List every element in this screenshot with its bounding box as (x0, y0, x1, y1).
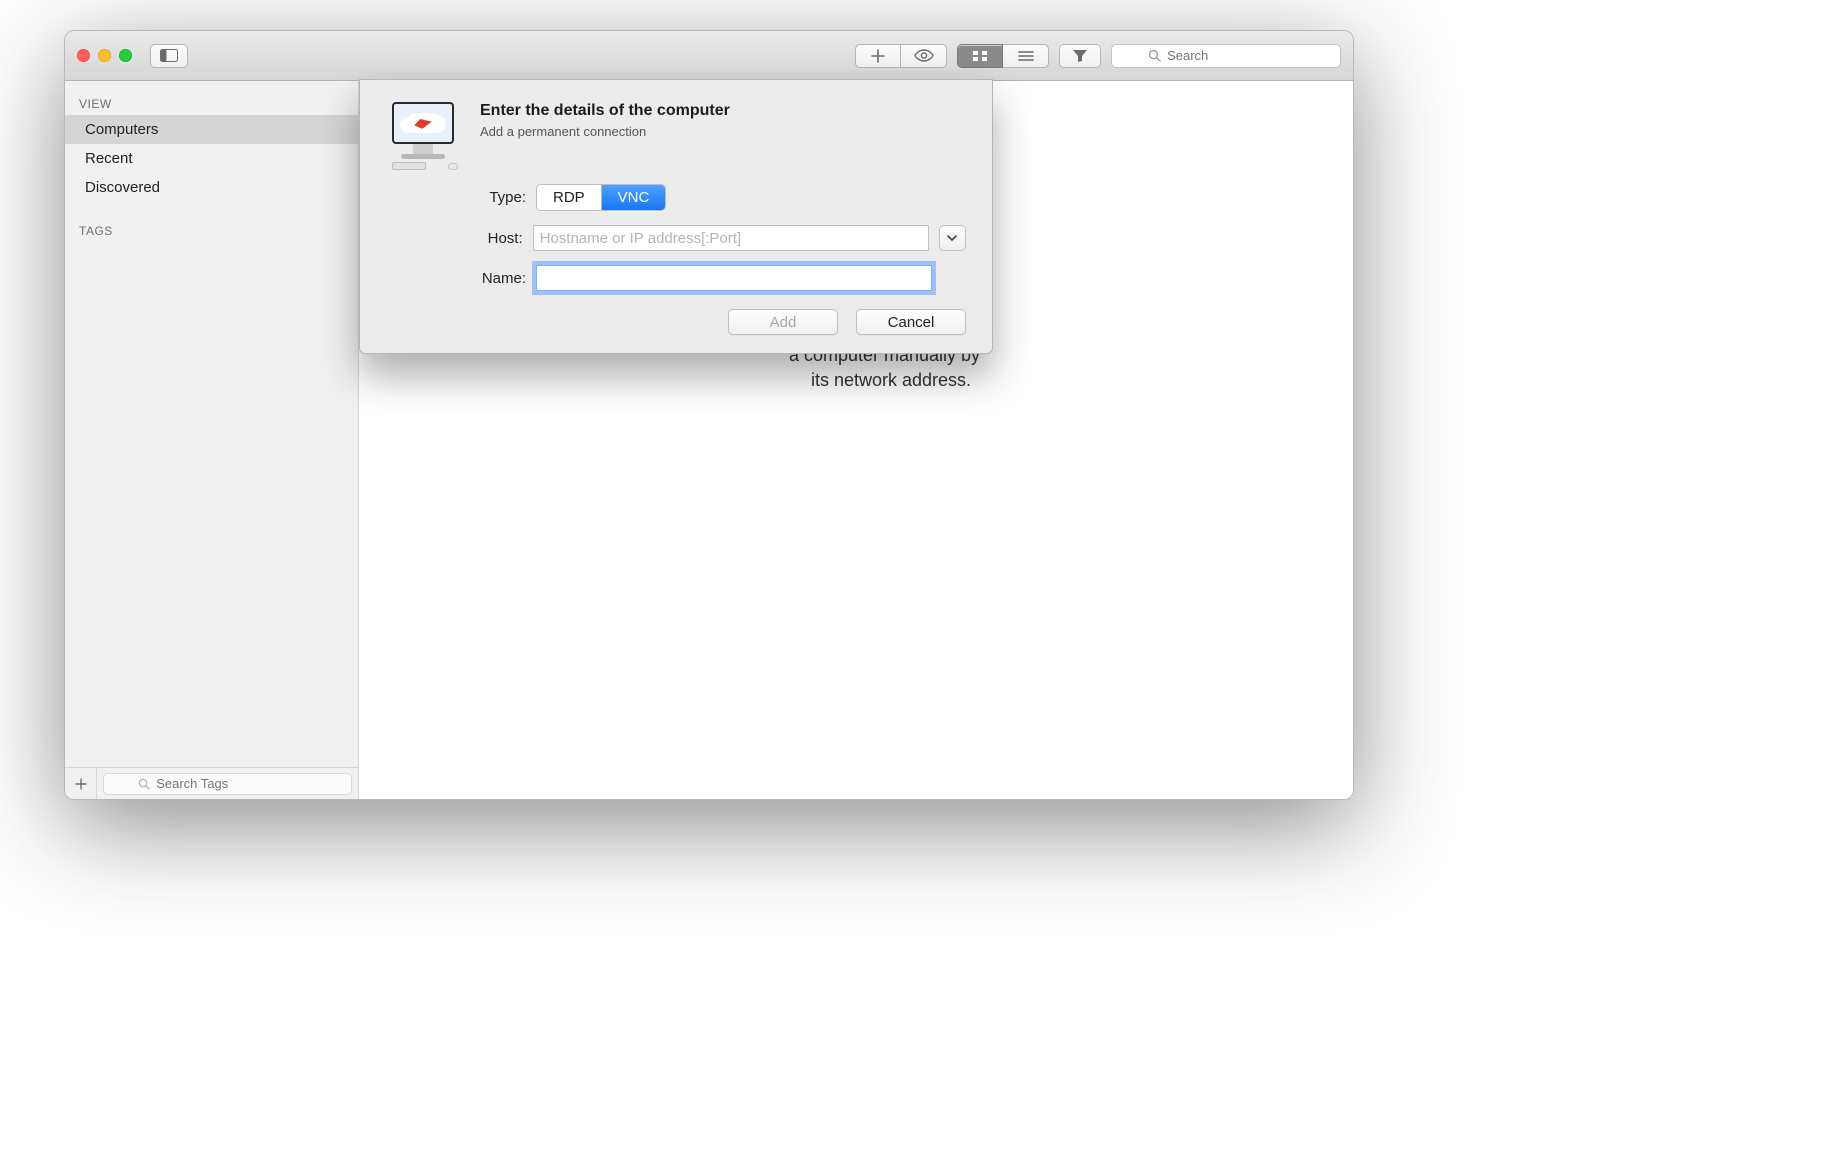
type-label: Type: (386, 189, 526, 206)
zoom-window-button[interactable] (119, 49, 132, 62)
sidebar-icon (160, 49, 178, 62)
monitor-icon (392, 102, 454, 144)
filter-button[interactable] (1059, 44, 1101, 68)
close-window-button[interactable] (77, 49, 90, 62)
search-icon (138, 778, 150, 790)
plus-icon (871, 49, 885, 63)
search-icon (1148, 49, 1161, 62)
sidebar-item-computers[interactable]: Computers (65, 115, 358, 144)
app-icon (386, 102, 460, 166)
sidebar-item-discovered[interactable]: Discovered (65, 173, 358, 202)
add-computer-sheet: Enter the details of the computer Add a … (359, 79, 993, 354)
preview-button[interactable] (901, 44, 947, 68)
type-rdp-button[interactable]: RDP (537, 185, 601, 210)
list-icon (1018, 50, 1034, 62)
sidebar-footer (65, 767, 358, 799)
sidebar-search-tags-input[interactable] (156, 776, 317, 791)
layout-seg (957, 44, 1049, 68)
sheet-title: Enter the details of the computer (480, 102, 730, 120)
eye-icon (914, 49, 934, 62)
grid-icon (972, 50, 988, 62)
sidebar: VIEW Computers Recent Discovered TAGS (65, 81, 359, 799)
host-input[interactable] (533, 225, 929, 251)
sidebar-header-tags: TAGS (65, 216, 358, 242)
funnel-icon (1072, 49, 1088, 63)
name-label: Name: (386, 270, 526, 287)
list-view-button[interactable] (1003, 44, 1049, 68)
chevron-down-icon (947, 235, 957, 241)
add-view-seg (855, 44, 947, 68)
name-input[interactable] (536, 265, 932, 291)
sidebar-header-view: VIEW (65, 89, 358, 115)
host-history-dropdown[interactable] (939, 225, 966, 251)
cancel-button[interactable]: Cancel (856, 309, 966, 335)
add-confirm-button[interactable]: Add (728, 309, 838, 335)
grid-view-button[interactable] (957, 44, 1003, 68)
toolbar-search[interactable] (1111, 44, 1341, 68)
add-button[interactable] (855, 44, 901, 68)
sidebar-search-tags[interactable] (103, 773, 352, 795)
type-segmented-control[interactable]: RDP VNC (536, 184, 666, 211)
titlebar (65, 31, 1353, 81)
host-label: Host: (386, 230, 523, 247)
sheet-subtitle: Add a permanent connection (480, 124, 730, 139)
minimize-window-button[interactable] (98, 49, 111, 62)
sidebar-item-recent[interactable]: Recent (65, 144, 358, 173)
app-window: VIEW Computers Recent Discovered TAGS (64, 30, 1354, 800)
window-traffic-lights (77, 49, 132, 62)
toolbar-search-input[interactable] (1167, 48, 1304, 63)
type-vnc-button[interactable]: VNC (601, 185, 666, 210)
toggle-sidebar-button[interactable] (150, 44, 188, 68)
plus-icon (75, 778, 87, 790)
add-tag-button[interactable] (65, 768, 97, 799)
